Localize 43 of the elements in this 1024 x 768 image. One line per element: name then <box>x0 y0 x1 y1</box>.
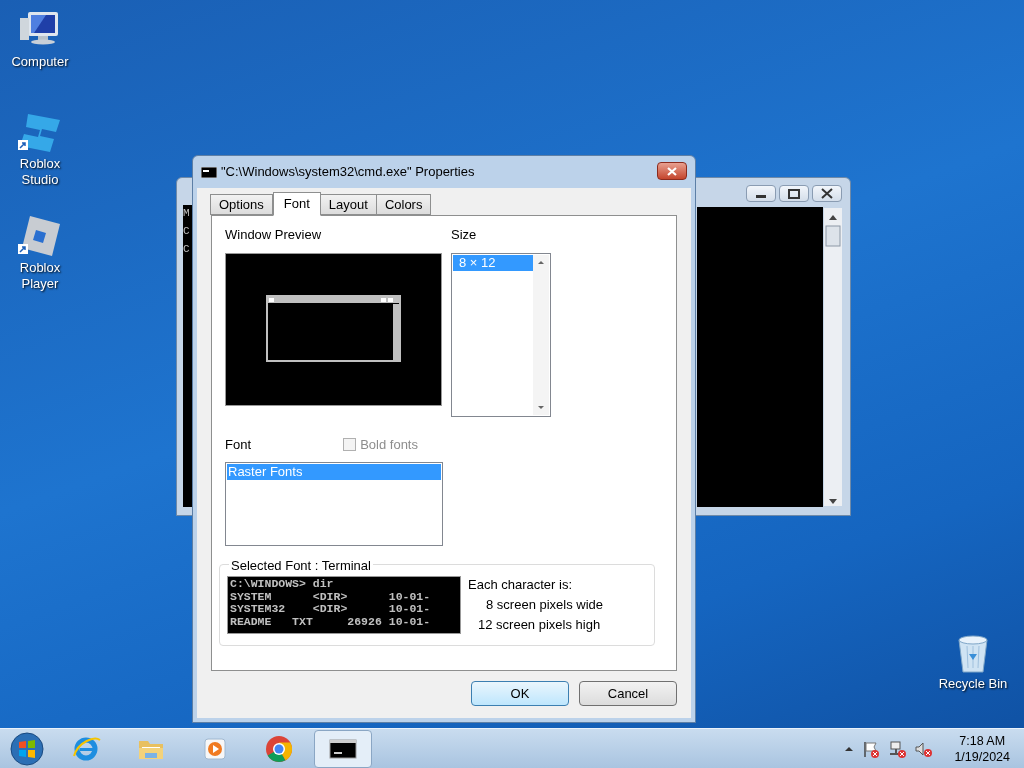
section-label: Size <box>451 226 478 244</box>
checkbox-label: Bold fonts <box>360 435 418 454</box>
tab[interactable]: Layout <box>319 194 377 215</box>
console-icon <box>201 166 217 178</box>
info-text: 8 screen pixels wide <box>485 597 604 613</box>
info-text: Each character is: <box>468 577 574 593</box>
clock[interactable]: 7:18 AM 1/19/2024 <box>954 732 1010 765</box>
desktop-icon-label[interactable]: Recycle Bin <box>938 676 1008 692</box>
console-text: C <box>183 243 191 255</box>
info-text: 12 screen pixels high <box>477 617 602 633</box>
tab[interactable]: Colors <box>375 194 432 215</box>
close-icon <box>665 165 679 177</box>
minimize-icon <box>756 195 766 198</box>
windows-logo-icon <box>10 731 44 766</box>
close-button[interactable] <box>657 162 687 180</box>
maximize-icon <box>788 188 800 199</box>
sample-text: C:\WINDOWS> dir <box>230 578 335 591</box>
window-title: "C:\Windows\system32\cmd.exe" Properties <box>221 163 476 182</box>
clock-time: 7:18 AM <box>959 732 1006 749</box>
sample-text: SYSTEM <DIR> 10-01- <box>230 590 432 603</box>
console-text: M <box>183 207 191 219</box>
taskbar-button[interactable] <box>314 729 372 768</box>
desktop-icon-label[interactable]: Roblox Player <box>5 260 75 292</box>
chrome-icon <box>264 733 294 764</box>
show-hidden-icons-icon <box>844 744 855 753</box>
sample-text: README TXT 26926 10-01- <box>230 615 432 628</box>
desktop-icon-label[interactable]: Roblox Studio <box>5 156 75 188</box>
sample-text: SYSTEM32 <DIR> 10-01- <box>230 603 432 616</box>
dialog-button[interactable]: OK <box>471 681 569 706</box>
minimize-button[interactable] <box>746 185 776 202</box>
desktop-icon-label[interactable]: Computer <box>5 54 75 70</box>
clock-date: 1/19/2024 <box>954 748 1010 765</box>
tab[interactable]: Options <box>210 194 273 215</box>
close-icon <box>821 188 833 199</box>
network-icon <box>888 739 907 758</box>
console-text: C <box>183 225 191 237</box>
maximize-button[interactable] <box>779 185 809 202</box>
dialog-button[interactable]: Cancel <box>579 681 677 706</box>
action-center-flag-icon <box>862 739 881 758</box>
tab[interactable]: Font <box>272 192 321 216</box>
section-label: Window Preview <box>225 226 323 244</box>
close-button[interactable] <box>812 185 842 202</box>
section-label: Font <box>225 435 251 454</box>
